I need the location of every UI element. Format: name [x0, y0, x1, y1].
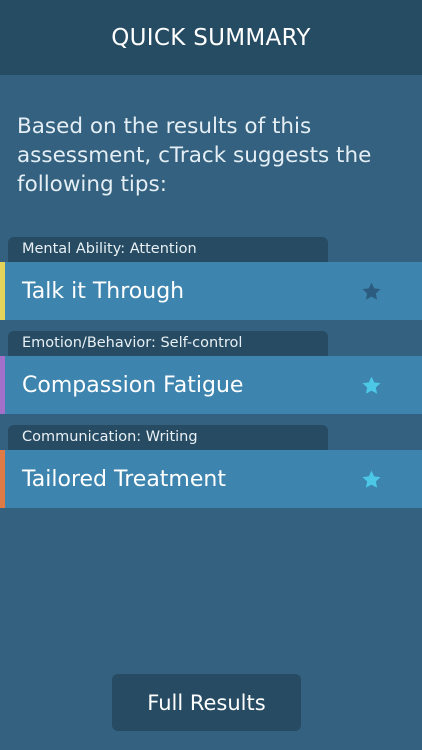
tip-card-talk-it-through[interactable]: Talk it Through	[0, 262, 422, 320]
intro-text: Based on the results of this assessment,…	[17, 114, 372, 197]
tip-card-compassion-fatigue[interactable]: Compassion Fatigue	[0, 356, 422, 414]
tip-title: Talk it Through	[22, 278, 185, 304]
tip-accent-bar	[0, 356, 5, 414]
tip-card-tailored-treatment[interactable]: Tailored Treatment	[0, 450, 422, 508]
tip-title: Tailored Treatment	[22, 466, 226, 492]
star-icon[interactable]	[361, 375, 382, 396]
page-title: QUICK SUMMARY	[111, 24, 311, 51]
full-results-button[interactable]: Full Results	[112, 674, 301, 731]
star-icon[interactable]	[361, 469, 382, 490]
tip-accent-bar	[0, 450, 5, 508]
tip-accent-bar	[0, 262, 5, 320]
star-icon[interactable]	[361, 281, 382, 302]
tip-title: Compassion Fatigue	[22, 372, 244, 398]
app-header: QUICK SUMMARY	[0, 0, 422, 75]
